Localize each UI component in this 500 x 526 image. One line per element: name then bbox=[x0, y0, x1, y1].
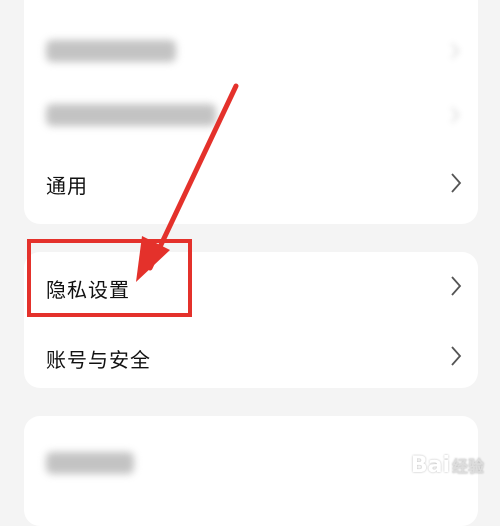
annotation-arrow-icon bbox=[136, 83, 239, 282]
watermark-brand: Bai bbox=[410, 453, 450, 478]
watermark-sub: 经验 bbox=[451, 457, 484, 476]
watermark-logo: Bai 经验 bbox=[411, 453, 484, 478]
